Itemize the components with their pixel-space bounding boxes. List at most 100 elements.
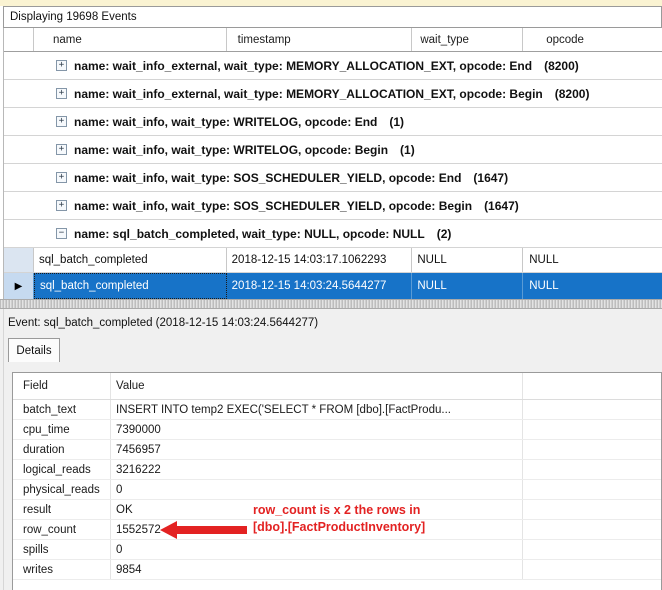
- group-count: (1647): [473, 170, 509, 185]
- group-row-writelog-begin[interactable]: + name: wait_info, wait_type: WRITELOG, …: [4, 136, 662, 164]
- detail-value: 9854: [111, 560, 523, 579]
- row-selector-cell: ▶: [4, 273, 34, 299]
- detail-empty: [523, 400, 661, 419]
- column-header-name[interactable]: name: [34, 28, 227, 51]
- event-row-selected[interactable]: ▶ sql_batch_completed 2018-12-15 14:03:2…: [4, 273, 662, 299]
- expand-icon[interactable]: +: [56, 88, 67, 99]
- detail-row-batch-text[interactable]: batch_text INSERT INTO temp2 EXEC('SELEC…: [13, 400, 661, 420]
- group-label: name: wait_info, wait_type: SOS_SCHEDULE…: [74, 198, 473, 213]
- detail-value: 0: [111, 480, 523, 499]
- detail-empty: [523, 440, 661, 459]
- group-count: (1): [400, 142, 415, 157]
- events-count-label: Displaying 19698 Events: [10, 11, 137, 23]
- pane-left-edge: [3, 309, 4, 590]
- row-selector-cell: [4, 248, 34, 272]
- detail-field: result: [13, 500, 111, 519]
- detail-field: logical_reads: [13, 460, 111, 479]
- detail-row-cpu-time[interactable]: cpu_time 7390000: [13, 420, 661, 440]
- detail-row-duration[interactable]: duration 7456957: [13, 440, 661, 460]
- group-label: name: wait_info, wait_type: SOS_SCHEDULE…: [74, 170, 462, 185]
- events-viewer-window: Displaying 19698 Events name timestamp w…: [0, 0, 662, 590]
- detail-empty: [523, 420, 661, 439]
- group-label: name: wait_info_external, wait_type: MEM…: [74, 58, 533, 73]
- group-count: (8200): [554, 86, 590, 101]
- detail-value: 7390000: [111, 420, 523, 439]
- event-detail-pane: Event: sql_batch_completed (2018-12-15 1…: [0, 309, 662, 590]
- details-column-value[interactable]: Value: [111, 373, 523, 399]
- collapse-icon[interactable]: −: [56, 228, 67, 239]
- detail-value: 0: [111, 540, 523, 559]
- group-label: name: wait_info, wait_type: WRITELOG, op…: [74, 142, 389, 157]
- group-label: name: wait_info, wait_type: WRITELOG, op…: [74, 114, 378, 129]
- group-row-memory-allocation-begin[interactable]: + name: wait_info_external, wait_type: M…: [4, 80, 662, 108]
- annotation-line-2: [dbo].[FactProductInventory]: [253, 520, 426, 534]
- detail-field: spills: [13, 540, 111, 559]
- group-count: (1): [389, 114, 405, 129]
- details-column-empty: [523, 373, 661, 399]
- cell-opcode: NULL: [529, 254, 559, 266]
- annotation-note: row_count is x 2 the rows in [dbo].[Fact…: [253, 502, 425, 536]
- events-count-bar: Displaying 19698 Events: [3, 6, 662, 28]
- current-row-arrow-icon: ▶: [14, 280, 23, 292]
- detail-row-physical-reads[interactable]: physical_reads 0: [13, 480, 661, 500]
- events-grid: name timestamp wait_type opcode + name: …: [3, 28, 662, 299]
- cell-timestamp: 2018-12-15 14:03:24.5644277: [227, 273, 413, 299]
- group-row-sos-scheduler-begin[interactable]: + name: wait_info, wait_type: SOS_SCHEDU…: [4, 192, 662, 220]
- tab-details-label: Details: [16, 344, 52, 357]
- detail-value: 7456957: [111, 440, 523, 459]
- column-header-opcode[interactable]: opcode: [523, 28, 662, 51]
- group-count: (1647): [484, 198, 519, 213]
- detail-field: duration: [13, 440, 111, 459]
- group-count: (2): [436, 226, 452, 241]
- group-row-sos-scheduler-end[interactable]: + name: wait_info, wait_type: SOS_SCHEDU…: [4, 164, 662, 192]
- expand-icon[interactable]: +: [56, 172, 67, 183]
- annotation-arrow-icon: [160, 521, 247, 539]
- detail-field: cpu_time: [13, 420, 111, 439]
- group-row-sql-batch-completed[interactable]: − name: sql_batch_completed, wait_type: …: [4, 220, 662, 248]
- tab-details[interactable]: Details: [8, 338, 60, 362]
- column-header-wait-type[interactable]: wait_type: [412, 28, 524, 51]
- cell-opcode: NULL: [529, 280, 559, 292]
- detail-row-logical-reads[interactable]: logical_reads 3216222: [13, 460, 661, 480]
- detail-field: row_count: [13, 520, 111, 539]
- expand-icon[interactable]: +: [56, 144, 67, 155]
- column-header-timestamp[interactable]: timestamp: [227, 28, 413, 51]
- group-row-memory-allocation-end[interactable]: + name: wait_info_external, wait_type: M…: [4, 52, 662, 80]
- event-row[interactable]: sql_batch_completed 2018-12-15 14:03:17.…: [4, 248, 662, 273]
- cell-name: sql_batch_completed: [33, 273, 227, 299]
- detail-value: 3216222: [111, 460, 523, 479]
- grid-header-row: name timestamp wait_type opcode: [4, 28, 662, 52]
- detail-empty: [523, 480, 661, 499]
- group-count: (8200): [544, 58, 579, 73]
- detail-field: batch_text: [13, 400, 111, 419]
- detail-empty: [523, 560, 661, 579]
- row-selector-header: [4, 28, 34, 51]
- cell-wait-type: NULL: [412, 248, 524, 272]
- group-label: name: wait_info_external, wait_type: MEM…: [74, 86, 543, 101]
- group-row-writelog-end[interactable]: + name: wait_info, wait_type: WRITELOG, …: [4, 108, 662, 136]
- annotation-line-1: row_count is x 2 the rows in: [253, 503, 421, 517]
- pane-splitter[interactable]: [0, 299, 662, 309]
- selected-event-label: Event: sql_batch_completed (2018-12-15 1…: [8, 317, 319, 329]
- detail-row-spills[interactable]: spills 0: [13, 540, 661, 560]
- cell-timestamp: 2018-12-15 14:03:17.1062293: [227, 248, 413, 272]
- detail-empty: [523, 500, 661, 519]
- cell-name: sql_batch_completed: [34, 248, 227, 272]
- arrow-shaft: [176, 526, 247, 534]
- expand-icon[interactable]: +: [56, 200, 67, 211]
- group-label: name: sql_batch_completed, wait_type: NU…: [74, 226, 425, 241]
- detail-field: physical_reads: [13, 480, 111, 499]
- detail-empty: [523, 540, 661, 559]
- detail-row-writes[interactable]: writes 9854: [13, 560, 661, 580]
- expand-icon[interactable]: +: [56, 60, 67, 71]
- detail-value: INSERT INTO temp2 EXEC('SELECT * FROM [d…: [111, 400, 523, 419]
- expand-icon[interactable]: +: [56, 116, 67, 127]
- arrow-head: [160, 521, 177, 539]
- details-column-field[interactable]: Field: [13, 373, 111, 399]
- detail-field: writes: [13, 560, 111, 579]
- detail-empty: [523, 520, 661, 539]
- details-table: Field Value batch_text INSERT INTO temp2…: [12, 372, 662, 590]
- detail-empty: [523, 460, 661, 479]
- details-header-row: Field Value: [13, 373, 661, 400]
- cell-wait-type: NULL: [412, 273, 524, 299]
